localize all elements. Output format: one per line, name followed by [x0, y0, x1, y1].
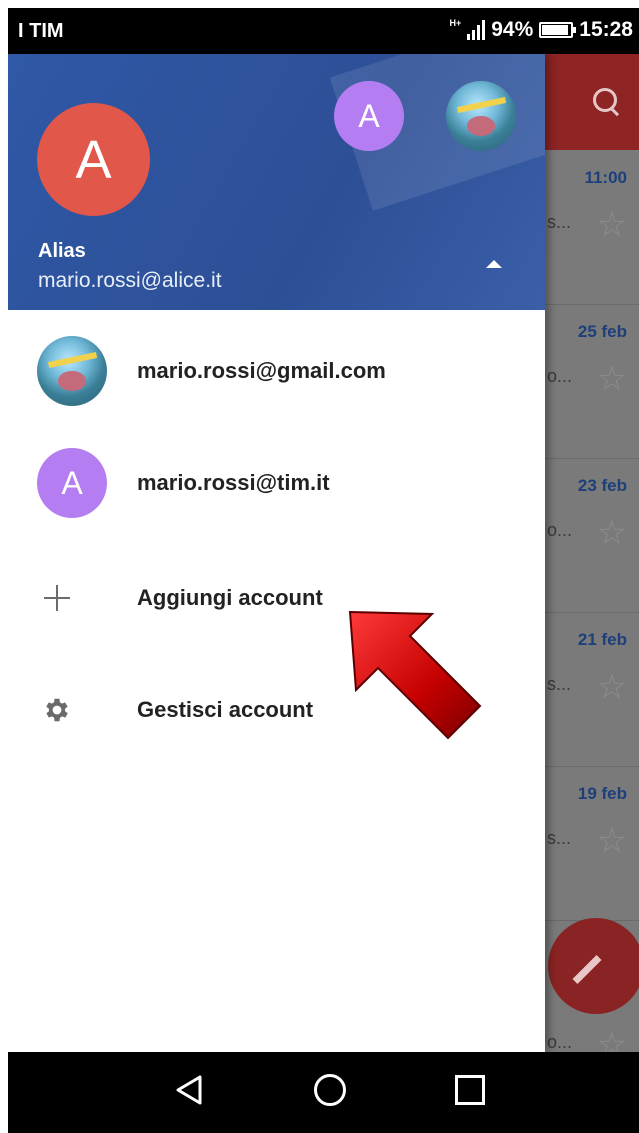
compose-button[interactable] [548, 918, 639, 1014]
account-email: mario.rossi@alice.it [38, 269, 222, 292]
star-icon[interactable]: ☆ [597, 362, 627, 396]
drawer-header: A A Alias mario.rossi@alice.it [8, 54, 545, 310]
carrier-name: I TIM [18, 20, 64, 42]
star-icon[interactable]: ☆ [597, 824, 627, 858]
account-letter-avatar: A [37, 448, 107, 518]
clock: 15:28 [579, 18, 633, 41]
plus-icon [44, 585, 70, 611]
red-arrow-annotation [348, 610, 482, 740]
home-icon[interactable] [314, 1074, 346, 1106]
gmail-toolbar [545, 54, 639, 150]
battery-percent: 94% [491, 18, 534, 41]
account-item-tim[interactable]: A mario.rossi@tim.it [8, 428, 545, 538]
phone-screen: I TIM H+ 94% 15:28 11:00 s... ☆ 25 feb o… [8, 8, 639, 1133]
email-date: 23 feb [577, 476, 627, 495]
account-photo-avatar [37, 336, 107, 406]
email-row[interactable]: 23 feb o... ☆ [545, 458, 639, 613]
email-date: 19 feb [577, 784, 627, 803]
search-icon[interactable] [593, 88, 617, 112]
recent-apps-icon[interactable] [455, 1075, 485, 1105]
switch-account-photo-avatar[interactable] [446, 81, 516, 151]
status-bar: I TIM H+ 94% 15:28 [8, 8, 639, 54]
email-snippet: o... [547, 1032, 573, 1052]
account-name: Alias [38, 240, 86, 262]
star-icon[interactable]: ☆ [597, 208, 627, 242]
email-snippet: s... [547, 828, 572, 848]
email-row[interactable]: 19 feb s... ☆ [545, 766, 639, 921]
manage-accounts-label: Gestisci account [137, 697, 314, 722]
current-account-avatar[interactable]: A [37, 103, 150, 216]
account-dropdown-toggle-icon[interactable] [486, 260, 502, 268]
add-account-label: Aggiungi account [137, 585, 323, 610]
email-snippet: o... [547, 520, 573, 540]
switch-account-avatar[interactable]: A [334, 81, 404, 151]
battery-icon [539, 22, 577, 38]
system-navigation-bar [8, 1052, 639, 1133]
email-date: 21 feb [577, 630, 627, 649]
email-row[interactable]: 11:00 s... ☆ [545, 150, 639, 305]
email-row[interactable]: 21 feb s... ☆ [545, 612, 639, 767]
gear-icon [46, 698, 68, 722]
back-icon[interactable] [174, 1074, 204, 1106]
email-date: 25 feb [577, 322, 627, 341]
email-date: 11:00 [584, 168, 627, 187]
email-snippet: s... [547, 674, 572, 694]
network-type: H+ [449, 18, 462, 28]
account-item-label: mario.rossi@gmail.com [137, 358, 386, 383]
star-icon[interactable]: ☆ [597, 670, 627, 704]
email-snippet: o... [547, 366, 573, 386]
account-item-gmail[interactable]: mario.rossi@gmail.com [8, 316, 545, 426]
pencil-icon [572, 955, 602, 984]
status-right: H+ 94% 15:28 [449, 18, 633, 42]
account-item-label: mario.rossi@tim.it [137, 470, 330, 495]
email-row[interactable]: 25 feb o... ☆ [545, 304, 639, 459]
star-icon[interactable]: ☆ [597, 516, 627, 550]
signal-icon [467, 20, 486, 40]
navigation-drawer: A A Alias mario.rossi@alice.it mario.ros… [8, 54, 545, 1052]
email-snippet: s... [547, 212, 572, 232]
